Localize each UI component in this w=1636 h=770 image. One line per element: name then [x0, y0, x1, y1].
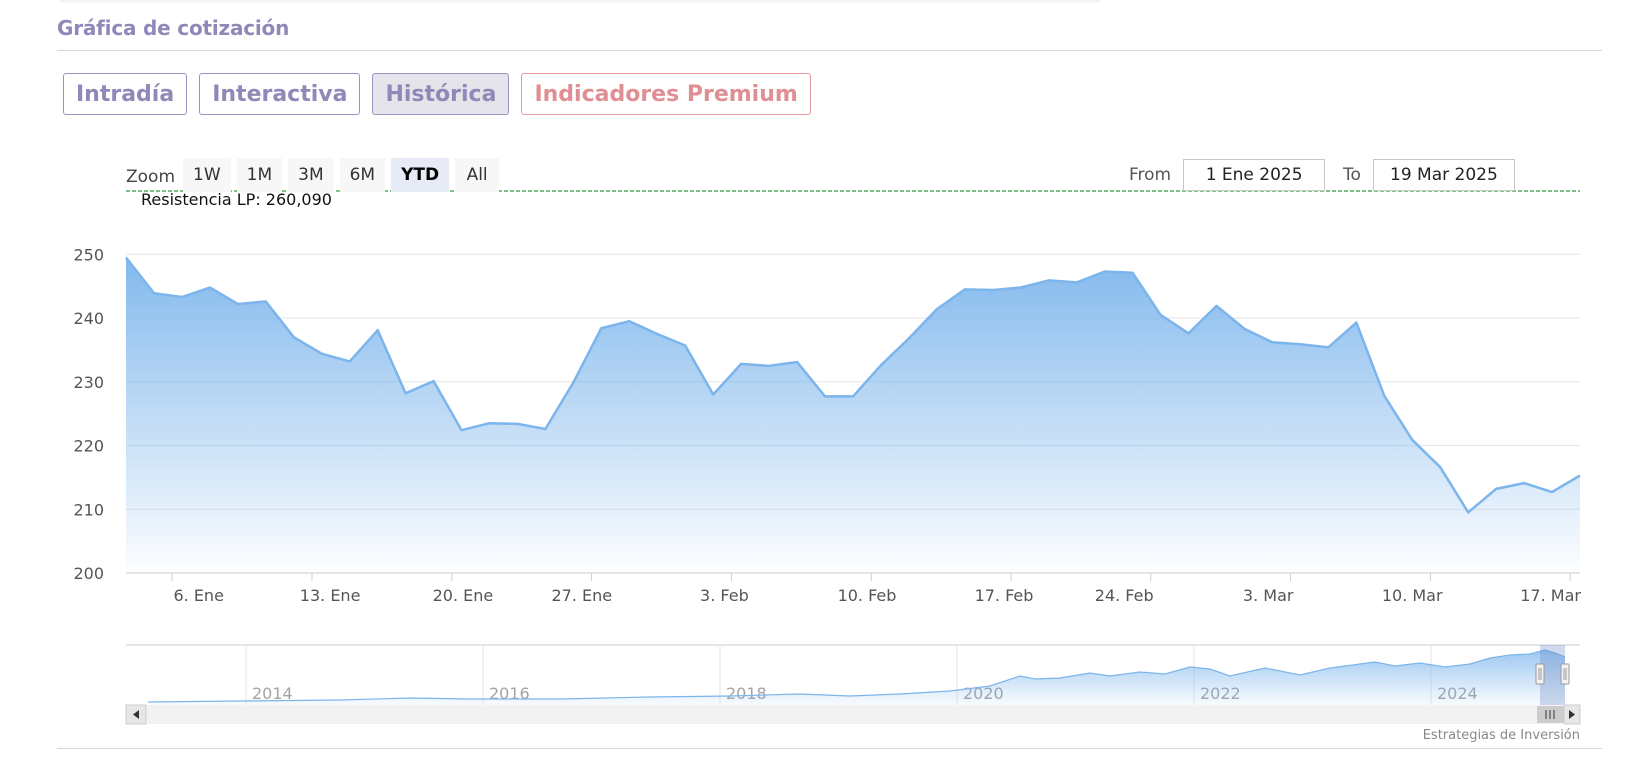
zoom-6m-button[interactable]: 6M	[339, 158, 386, 192]
y-tick-label: 250	[73, 245, 104, 264]
y-tick-label: 230	[73, 373, 104, 392]
navigator-left-handle[interactable]	[1535, 663, 1545, 685]
navigator-right-handle[interactable]	[1560, 663, 1570, 685]
chart-credits[interactable]: Estrategias de Inversión	[1423, 728, 1580, 743]
zoom-bar: Zoom 1W 1M 3M 6M YTD All	[126, 158, 500, 192]
resistance-label: Resistencia LP: 260,090	[141, 190, 332, 209]
x-tick-label: 24. Feb	[1095, 586, 1154, 605]
range-to: To	[1343, 159, 1515, 191]
zoom-3m-button[interactable]: 3M	[288, 158, 334, 192]
range-to-label: To	[1343, 165, 1361, 185]
y-tick-label: 240	[73, 309, 104, 328]
range-to-input[interactable]	[1372, 159, 1515, 191]
range-from-label: From	[1129, 165, 1172, 185]
y-tick-label: 200	[73, 564, 104, 583]
x-tick-label: 13. Ene	[300, 586, 361, 605]
y-tick-label: 220	[73, 437, 104, 456]
zoom-all-button[interactable]: All	[455, 158, 500, 192]
x-tick-label: 17. Mar	[1520, 586, 1581, 605]
x-tick-label: 6. Ene	[173, 586, 223, 605]
x-tick-label: 27. Ene	[551, 586, 612, 605]
x-tick-label: 17. Feb	[975, 586, 1034, 605]
x-tick-label: 3. Mar	[1243, 586, 1294, 605]
zoom-1m-button[interactable]: 1M	[236, 158, 283, 192]
x-tick-label: 3. Feb	[700, 586, 749, 605]
range-from: From	[1129, 159, 1326, 191]
bottom-divider	[57, 748, 1602, 749]
x-tick-label: 10. Mar	[1382, 586, 1443, 605]
navigator-area	[148, 650, 1565, 705]
zoom-1w-button[interactable]: 1W	[183, 158, 231, 192]
zoom-ytd-button[interactable]: YTD	[391, 158, 450, 192]
x-tick-label: 20. Ene	[433, 586, 494, 605]
x-tick-label: 10. Feb	[838, 586, 897, 605]
range-from-input[interactable]	[1183, 159, 1326, 191]
zoom-label: Zoom	[126, 167, 176, 187]
price-area-fill	[126, 257, 1580, 573]
price-chart: 200 210 220 230 240 250 6. Ene 13. Ene 20. Ene 2…	[73, 190, 1581, 743]
y-tick-label: 210	[73, 500, 104, 519]
scrollbar-track[interactable]	[126, 705, 1580, 724]
